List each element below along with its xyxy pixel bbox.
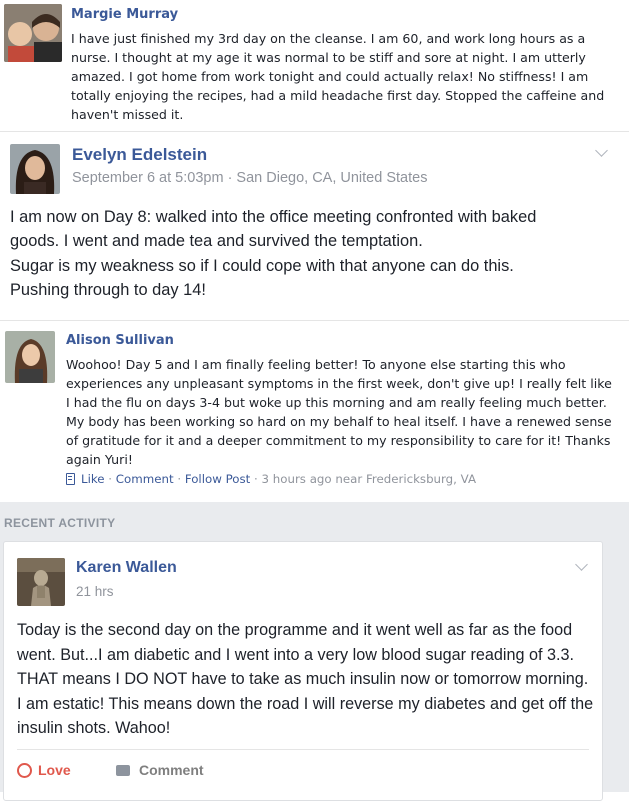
recent-activity-section: RECENT ACTIVITY Karen Wallen 21 hrs Toda…: [0, 502, 629, 801]
comment-label: Comment: [139, 762, 204, 778]
comment-icon: [116, 764, 130, 776]
avatar[interactable]: [17, 558, 65, 606]
follow-post-link[interactable]: Follow Post: [185, 472, 250, 486]
document-icon: [66, 473, 75, 485]
post-timestamp[interactable]: · 3 hours ago near Fredericksburg, VA: [250, 472, 476, 486]
divider: [0, 131, 629, 132]
post-meta[interactable]: 21 hrs: [76, 584, 114, 599]
post-text: Woohoo! Day 5 and I am finally feeling b…: [66, 357, 612, 467]
chevron-down-icon[interactable]: [595, 144, 608, 157]
post-author[interactable]: Karen Wallen: [76, 559, 177, 577]
post-actions: Like · Comment · Follow Post · 3 hours a…: [66, 472, 476, 486]
comment-link[interactable]: Comment: [116, 472, 174, 486]
post-text: I have just finished my 3rd day on the c…: [71, 31, 605, 122]
post-meta[interactable]: September 6 at 5:03pm · San Diego, CA, U…: [72, 170, 427, 186]
post-text-line: Pushing through to day 14!: [10, 281, 206, 299]
divider: [17, 749, 589, 750]
avatar[interactable]: [10, 144, 60, 194]
post-text-line: I am now on Day 8: walked into the offic…: [10, 208, 537, 226]
post-card: Karen Wallen 21 hrs Today is the second …: [3, 541, 603, 801]
post-text-line: Sugar is my weakness so if I could cope …: [10, 257, 514, 275]
avatar[interactable]: [4, 4, 62, 62]
avatar[interactable]: [5, 331, 55, 383]
like-link[interactable]: Like: [81, 472, 105, 486]
post-author[interactable]: Alison Sullivan: [66, 333, 174, 348]
recent-activity-header: RECENT ACTIVITY: [4, 516, 116, 530]
chevron-down-icon[interactable]: [575, 558, 588, 571]
comment-button[interactable]: Comment: [116, 760, 204, 780]
post-text-line: goods. I went and made tea and survived …: [10, 232, 423, 250]
heart-icon: [17, 762, 32, 778]
post-author[interactable]: Evelyn Edelstein: [72, 145, 207, 165]
divider: [0, 320, 629, 321]
separator: ·: [104, 472, 116, 486]
separator: ·: [173, 472, 185, 486]
love-label: Love: [38, 762, 71, 778]
post-text: Today is the second day on the programme…: [17, 621, 594, 737]
post-author[interactable]: Margie Murray: [71, 7, 178, 22]
love-button[interactable]: Love: [17, 760, 71, 780]
